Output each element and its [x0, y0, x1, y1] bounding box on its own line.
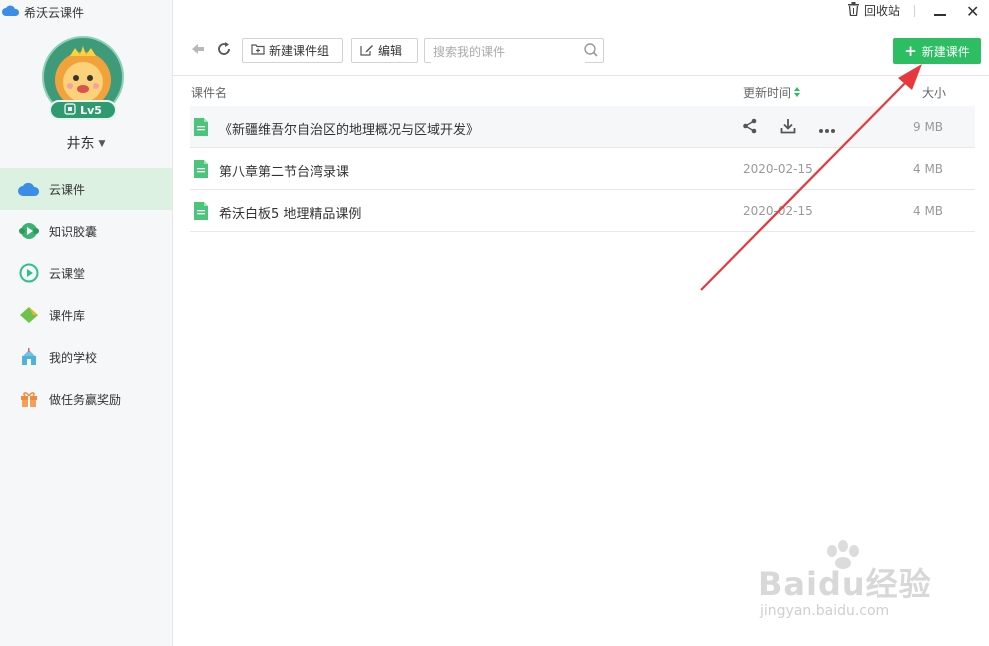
search-input[interactable] [431, 40, 585, 63]
toolbar-divider [173, 75, 989, 76]
cloud-icon [18, 178, 40, 200]
sidebar-item-task-rewards[interactable]: 做任务赢奖励 [0, 378, 172, 420]
column-header-name: 课件名 [191, 86, 228, 100]
sidebar-item-cloud-classroom[interactable]: 云课堂 [0, 252, 172, 294]
table-row[interactable]: 《新疆维吾尔自治区的地理概况与区域开发》 9 MB [190, 106, 975, 148]
table-row[interactable]: 第八章第二节台湾录课 2020-02-15 4 MB [190, 148, 975, 190]
level-badge: Lv5 [49, 100, 117, 120]
edit-button[interactable]: 编辑 [351, 38, 418, 63]
watermark-brand: Baidu经验 [758, 565, 932, 603]
row-size: 9 MB [913, 120, 944, 134]
row-date: 2020-02-15 [743, 162, 813, 176]
recycle-bin-button[interactable]: 回收站 [847, 2, 900, 19]
sidebar-item-courseware-library[interactable]: 课件库 [0, 294, 172, 336]
row-name: 第八章第二节台湾录课 [219, 165, 350, 180]
column-header-size: 大小 [922, 86, 947, 100]
document-icon [194, 160, 208, 182]
level-text: Lv5 [80, 103, 102, 117]
row-name: 希沃白板5 地理精品课例 [219, 207, 362, 222]
back-arrow-icon[interactable] [190, 41, 206, 61]
row-date: 2020-02-15 [743, 204, 813, 218]
user-menu[interactable]: 井东 ▼ [0, 133, 172, 153]
column-header-updated[interactable]: 更新时间 [743, 84, 801, 101]
share-icon[interactable] [742, 118, 758, 138]
search-icon[interactable] [583, 42, 599, 62]
close-icon[interactable]: ✕ [966, 2, 979, 21]
watermark-url: jingyan.baidu.com [760, 603, 890, 619]
table-row[interactable]: 希沃白板5 地理精品课例 2020-02-15 4 MB [190, 190, 975, 232]
paw-logo-icon [827, 540, 859, 569]
avatar[interactable]: Lv5 [42, 36, 124, 120]
folder-plus-icon [251, 43, 265, 58]
play-circle-icon [18, 262, 40, 284]
new-group-button[interactable]: 新建课件组 [242, 38, 343, 63]
edit-pencil-icon [360, 43, 374, 59]
row-size: 4 MB [913, 162, 944, 176]
document-icon [194, 202, 208, 224]
search-box [424, 38, 604, 63]
document-icon [194, 118, 208, 140]
caret-down-icon: ▼ [98, 139, 106, 149]
row-actions [742, 118, 836, 138]
trash-icon [847, 2, 860, 19]
gift-icon [18, 388, 40, 410]
row-size: 4 MB [913, 204, 944, 218]
sidebar-item-my-school[interactable]: 我的学校 [0, 336, 172, 378]
app-title: 希沃云课件 [2, 3, 84, 21]
sidebar-item-knowledge-capsule[interactable]: 知识胶囊 [0, 210, 172, 252]
app-title-text: 希沃云课件 [24, 5, 85, 20]
new-courseware-button[interactable]: + 新建课件 [893, 38, 981, 64]
school-building-icon [18, 346, 40, 368]
username: 井东 [66, 136, 95, 152]
sidebar-item-cloud-courseware[interactable]: 云课件 [0, 168, 172, 210]
sort-icon [794, 86, 801, 100]
download-icon[interactable] [780, 118, 796, 138]
sidebar-nav: 云课件 知识胶囊 云课堂 课件库 我的学校 做任务赢奖励 [0, 168, 172, 420]
refresh-icon[interactable] [216, 41, 232, 61]
medal-icon [64, 102, 76, 118]
capsule-play-icon [18, 220, 40, 242]
plus-icon: + [904, 42, 917, 60]
row-name: 《新疆维吾尔自治区的地理概况与区域开发》 [219, 123, 480, 138]
baidu-watermark: Baidu经验 jingyan.baidu.com [758, 540, 938, 625]
more-icon[interactable] [818, 119, 836, 138]
minimize-button[interactable] [934, 14, 946, 16]
cloud-logo-icon [2, 5, 20, 20]
window-divider [914, 5, 915, 17]
sidebar: 希沃云课件 Lv5 井东 ▼ 云课件 知识胶囊 云课堂 课件库 我的学校 做任务… [0, 0, 173, 646]
library-diamond-icon [18, 304, 40, 326]
